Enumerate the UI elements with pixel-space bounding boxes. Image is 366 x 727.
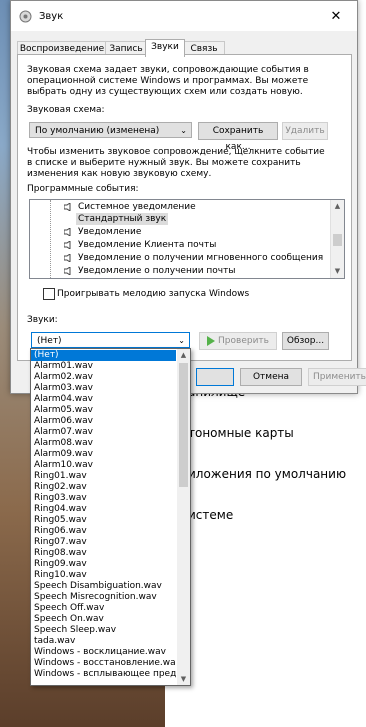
- sounds-label: Звуки:: [27, 315, 58, 325]
- scroll-up-icon[interactable]: ▲: [177, 349, 190, 361]
- dropdown-option[interactable]: Windows - восстановление.wav: [31, 658, 176, 669]
- dropdown-option[interactable]: Ring03.wav: [31, 493, 176, 504]
- cancel-button[interactable]: Отмена: [240, 368, 302, 386]
- dropdown-option[interactable]: Alarm05.wav: [31, 405, 176, 416]
- dropdown-option[interactable]: Ring02.wav: [31, 482, 176, 493]
- browse-button[interactable]: Обзор...: [282, 332, 329, 350]
- play-icon: [207, 335, 216, 346]
- program-events-list[interactable]: Системное уведомление Стандартный звук У…: [29, 199, 345, 279]
- dropdown-option[interactable]: Alarm09.wav: [31, 449, 176, 460]
- tree-line: [50, 200, 52, 278]
- sound-select-value: (Нет): [37, 336, 62, 346]
- dropdown-option[interactable]: Ring10.wav: [31, 570, 176, 581]
- speaker-icon: [64, 228, 71, 236]
- dropdown-option[interactable]: Ring08.wav: [31, 548, 176, 559]
- dropdown-option[interactable]: Ring09.wav: [31, 559, 176, 570]
- dropdown-option[interactable]: Alarm04.wav: [31, 394, 176, 405]
- settings-item-default-apps[interactable]: иложения по умолчанию: [188, 467, 346, 481]
- apply-button[interactable]: Применить: [308, 368, 366, 386]
- dropdown-option[interactable]: Ring05.wav: [31, 515, 176, 526]
- window-title: Звук: [39, 11, 64, 22]
- settings-item-offline-maps[interactable]: тономные карты: [188, 426, 294, 440]
- startup-sound-label: Проигрывать мелодию запуска Windows: [57, 289, 250, 299]
- scheme-select-value: По умолчанию (изменена): [35, 126, 160, 136]
- scroll-thumb[interactable]: [333, 234, 342, 246]
- delete-scheme-button[interactable]: Удалить: [282, 122, 328, 140]
- scheme-description: Звуковая схема задает звуки, сопровождаю…: [27, 65, 309, 97]
- dropdown-option[interactable]: tada.wav: [31, 636, 176, 647]
- startup-sound-checkbox[interactable]: [43, 288, 55, 300]
- change-hint: Чтобы изменить звуковое сопровождение, щ…: [27, 147, 325, 179]
- dropdown-scrollbar[interactable]: ▲ ▼: [177, 349, 190, 685]
- events-scrollbar[interactable]: ▲ ▼: [330, 200, 344, 278]
- dropdown-option[interactable]: Ring06.wav: [31, 526, 176, 537]
- chevron-down-icon: ⌄: [178, 336, 185, 345]
- events-label: Программные события:: [27, 184, 139, 194]
- speaker-icon: [64, 203, 71, 211]
- scheme-label: Звуковая схема:: [27, 105, 105, 115]
- close-button[interactable]: ✕: [315, 1, 357, 31]
- title-bar[interactable]: Звук ✕: [11, 1, 357, 31]
- dropdown-option[interactable]: Alarm08.wav: [31, 438, 176, 449]
- dropdown-option[interactable]: Speech Misrecognition.wav: [31, 592, 176, 603]
- scheme-select[interactable]: По умолчанию (изменена) ⌄: [29, 122, 192, 138]
- close-icon: ✕: [330, 8, 342, 24]
- tab-sounds[interactable]: Звуки: [145, 39, 185, 57]
- dropdown-option[interactable]: Speech On.wav: [31, 614, 176, 625]
- dropdown-option[interactable]: Ring01.wav: [31, 471, 176, 482]
- sound-dialog: Звук ✕ Воспроизведение Запись Звуки Связ…: [10, 0, 366, 394]
- dropdown-option[interactable]: Alarm06.wav: [31, 416, 176, 427]
- dropdown-option[interactable]: Speech Off.wav: [31, 603, 176, 614]
- dropdown-option[interactable]: Ring07.wav: [31, 537, 176, 548]
- dropdown-option[interactable]: Alarm02.wav: [31, 372, 176, 383]
- dropdown-option[interactable]: Speech Sleep.wav: [31, 625, 176, 636]
- chevron-down-icon: ⌄: [180, 126, 187, 135]
- settings-item-about[interactable]: истеме: [188, 508, 233, 522]
- dropdown-option[interactable]: Windows - всплывающее преду: [31, 669, 176, 680]
- save-as-button[interactable]: Сохранить как...: [198, 122, 278, 152]
- dropdown-option[interactable]: Alarm10.wav: [31, 460, 176, 471]
- dropdown-option[interactable]: Alarm03.wav: [31, 383, 176, 394]
- scroll-up-icon[interactable]: ▲: [331, 200, 344, 213]
- speaker-icon: [64, 254, 71, 262]
- dropdown-option[interactable]: Ring04.wav: [31, 504, 176, 515]
- scroll-down-icon[interactable]: ▼: [331, 265, 344, 278]
- ok-button[interactable]: [196, 368, 234, 386]
- dropdown-option[interactable]: (Нет): [31, 350, 176, 361]
- speaker-icon: [64, 267, 71, 275]
- speaker-icon: [64, 241, 71, 249]
- dropdown-option[interactable]: Alarm07.wav: [31, 427, 176, 438]
- scroll-down-icon[interactable]: ▼: [177, 673, 190, 685]
- dropdown-option[interactable]: Alarm01.wav: [31, 361, 176, 372]
- dropdown-option[interactable]: Speech Disambiguation.wav: [31, 581, 176, 592]
- speaker-settings-icon: [19, 10, 32, 23]
- sound-select[interactable]: (Нет) ⌄: [31, 332, 190, 348]
- test-sound-button[interactable]: Проверить: [199, 332, 277, 350]
- scroll-thumb[interactable]: [179, 363, 188, 487]
- sound-dropdown-list[interactable]: (Нет) Alarm01.wav Alarm02.wav Alarm03.wav Al…: [30, 348, 191, 686]
- dropdown-option[interactable]: Windows - восклицание.wav: [31, 647, 176, 658]
